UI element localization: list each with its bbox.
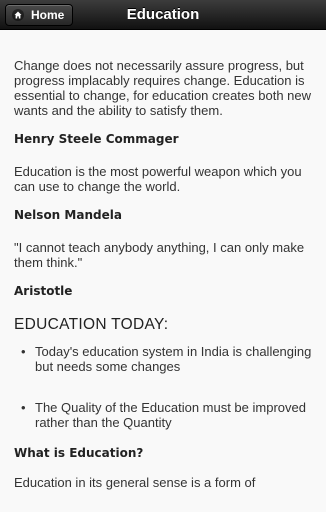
quote-author: Aristotle bbox=[14, 284, 73, 298]
main-content: Change does not necessarily assure progr… bbox=[14, 58, 316, 490]
quote-author: Henry Steele Commager bbox=[14, 132, 179, 146]
quote-text: Change does not necessarily assure progr… bbox=[14, 58, 312, 118]
sub-heading: What is Education? bbox=[14, 446, 144, 460]
header-bar: Home Education bbox=[0, 0, 326, 30]
quote-text: "I cannot teach anybody anything, I can … bbox=[14, 240, 305, 270]
list-item: Today's education system in India is cha… bbox=[14, 344, 316, 374]
home-button-label: Home bbox=[31, 8, 65, 22]
page-title: Education bbox=[126, 6, 200, 23]
bullet-list: Today's education system in India is cha… bbox=[14, 344, 316, 430]
home-button[interactable]: Home bbox=[5, 4, 73, 26]
list-item: The Quality of the Education must be imp… bbox=[14, 400, 316, 430]
quote-author: Nelson Mandela bbox=[14, 208, 122, 222]
section-title: EDUCATION TODAY: bbox=[14, 316, 169, 333]
home-icon bbox=[12, 9, 24, 21]
quote-text: Education is the most powerful weapon wh… bbox=[14, 164, 302, 194]
body-text: Education in its general sense is a form… bbox=[14, 475, 256, 490]
